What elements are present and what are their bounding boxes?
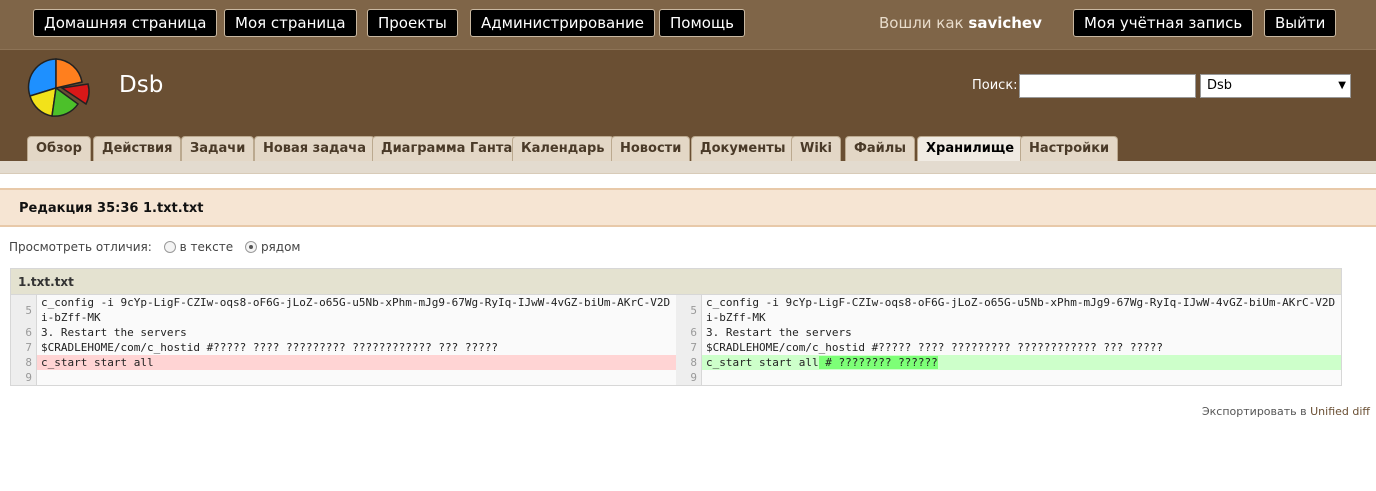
diff-line-text: c_start start all [37,355,676,370]
diff-line-content: c_start start all [41,356,154,369]
help-link[interactable]: Помощь [659,9,745,37]
diff-row: 8 c_start start all # ???????? ?????? [676,355,1341,370]
inline-label: в тексте [179,240,234,254]
line-number: 9 [676,370,702,385]
tab-settings[interactable]: Настройки [1020,136,1119,162]
diff-line-text: 3. Restart the servers [37,325,676,340]
diff-line-content: $CRADLEHOME/com/c_hostid #????? ???? ???… [41,341,498,354]
tab-strip [0,161,1376,173]
diff-line-text [37,370,676,385]
dropdown-arrow-icon: ▼ [1338,80,1346,91]
diff-row: 5 c_config -i 9cYp-LigF-CZIw-oqs8-oF6G-jL… [676,295,1341,325]
project-select-value: Dsb [1207,78,1233,93]
search-label: Поиск: [972,78,1018,93]
diff-row: 6 3. Restart the servers [11,325,676,340]
line-number: 9 [11,370,37,385]
content-top-border [0,173,1376,187]
diff-line-text: c_start start all # ???????? ?????? [702,355,1341,370]
diff-row: 7 $CRADLEHOME/com/c_hostid #????? ???? ??… [676,340,1341,355]
home-link[interactable]: Домашняя страница [33,9,218,37]
tab-wiki[interactable]: Wiki [791,136,841,162]
project-title: Dsb [119,72,164,98]
projects-link[interactable]: Проекты [367,9,458,37]
line-number: 7 [676,340,702,355]
project-select[interactable]: Dsb ▼ [1200,74,1351,98]
diff-line-content [41,371,48,384]
side-by-side-label: рядом [260,240,301,254]
export-links: Экспортировать в Unified diff [1202,405,1370,418]
diff-added-fragment: # ???????? ?????? [818,356,938,369]
logout-link[interactable]: Выйти [1264,9,1337,37]
pie-chart-logo-icon [27,58,90,117]
line-number: 5 [11,295,37,325]
diff-row: 8 c_start start all [11,355,676,370]
tab-repository[interactable]: Хранилище [917,136,1024,163]
my-account-link[interactable]: Моя учётная запись [1073,9,1254,37]
tab-files[interactable]: Файлы [845,136,916,162]
line-number: 8 [11,355,37,370]
diff-row: 9 [676,370,1341,385]
tab-calendar[interactable]: Календарь [512,136,614,162]
diff-line-text: $CRADLEHOME/com/c_hostid #????? ???? ???… [702,340,1341,355]
line-number: 7 [11,340,37,355]
diff-file-name: 1.txt.txt [11,269,1341,295]
diff-row: 7 $CRADLEHOME/com/c_hostid #????? ???? ??… [11,340,676,355]
header: Dsb Поиск: Dsb ▼ Обзор Действия Задачи Н… [0,49,1376,163]
my-page-link[interactable]: Моя страница [224,9,357,37]
diff-row: 9 [11,370,676,385]
diff-table: 1.txt.txt 5 c_config -i 9cYp-LigF-CZIw-oq… [10,268,1342,386]
top-menu: Домашняя страница Моя страница Проекты А… [0,0,1376,49]
tab-activity[interactable]: Действия [93,136,182,162]
inline-radio[interactable] [163,241,176,253]
revision-title: Редакция 35:36 1.txt.txt [19,201,204,216]
administration-link[interactable]: Администрирование [470,9,656,37]
diff-line-text: $CRADLEHOME/com/c_hostid #????? ???? ???… [37,340,676,355]
diff-left-column: 5 c_config -i 9cYp-LigF-CZIw-oqs8-oF6G-jL… [11,295,676,385]
diff-line-text [702,370,1341,385]
diff-line-text: c_config -i 9cYp-LigF-CZIw-oqs8-oF6G-jLo… [702,295,1341,325]
diff-line-text: c_config -i 9cYp-LigF-CZIw-oqs8-oF6G-jLo… [37,295,676,325]
line-number: 6 [11,325,37,340]
tab-new-issue[interactable]: Новая задача [254,136,375,162]
view-options: Просмотреть отличия: в тексте рядом [9,240,300,254]
revision-header: Редакция 35:36 1.txt.txt [0,188,1376,227]
line-number: 6 [676,325,702,340]
diff-line-content: c_start start all [706,356,819,369]
username[interactable]: savichev [968,14,1042,32]
view-options-label: Просмотреть отличия: [9,240,152,254]
diff-row: 6 3. Restart the servers [676,325,1341,340]
search-input[interactable] [1019,74,1196,98]
diff-line-content: $CRADLEHOME/com/c_hostid #????? ???? ???… [706,341,1163,354]
diff-line-content [706,371,713,384]
export-prefix: Экспортировать в [1201,405,1307,418]
diff-line-content: c_config -i 9cYp-LigF-CZIw-oqs8-oF6G-jLo… [706,296,1336,324]
line-number: 5 [676,295,702,325]
unified-diff-link[interactable]: Unified diff [1310,405,1370,418]
logged-as-prefix: Вошли как [879,14,964,32]
diff-right-column: 5 c_config -i 9cYp-LigF-CZIw-oqs8-oF6G-jL… [676,295,1341,385]
tab-news[interactable]: Новости [611,136,691,162]
tab-documents[interactable]: Документы [691,136,795,162]
diff-line-content: c_config -i 9cYp-LigF-CZIw-oqs8-oF6G-jLo… [41,296,671,324]
tab-issues[interactable]: Задачи [181,136,255,162]
diff-line-text: 3. Restart the servers [702,325,1341,340]
line-number: 8 [676,355,702,370]
diff-row: 5 c_config -i 9cYp-LigF-CZIw-oqs8-oF6G-jL… [11,295,676,325]
tab-overview[interactable]: Обзор [27,136,91,162]
diff-line-content: 3. Restart the servers [41,326,187,339]
logged-as: Вошли как savichev [879,14,1042,32]
diff-line-content: 3. Restart the servers [706,326,852,339]
side-by-side-radio[interactable] [244,241,257,253]
tab-gantt[interactable]: Диаграмма Ганта [372,136,522,162]
